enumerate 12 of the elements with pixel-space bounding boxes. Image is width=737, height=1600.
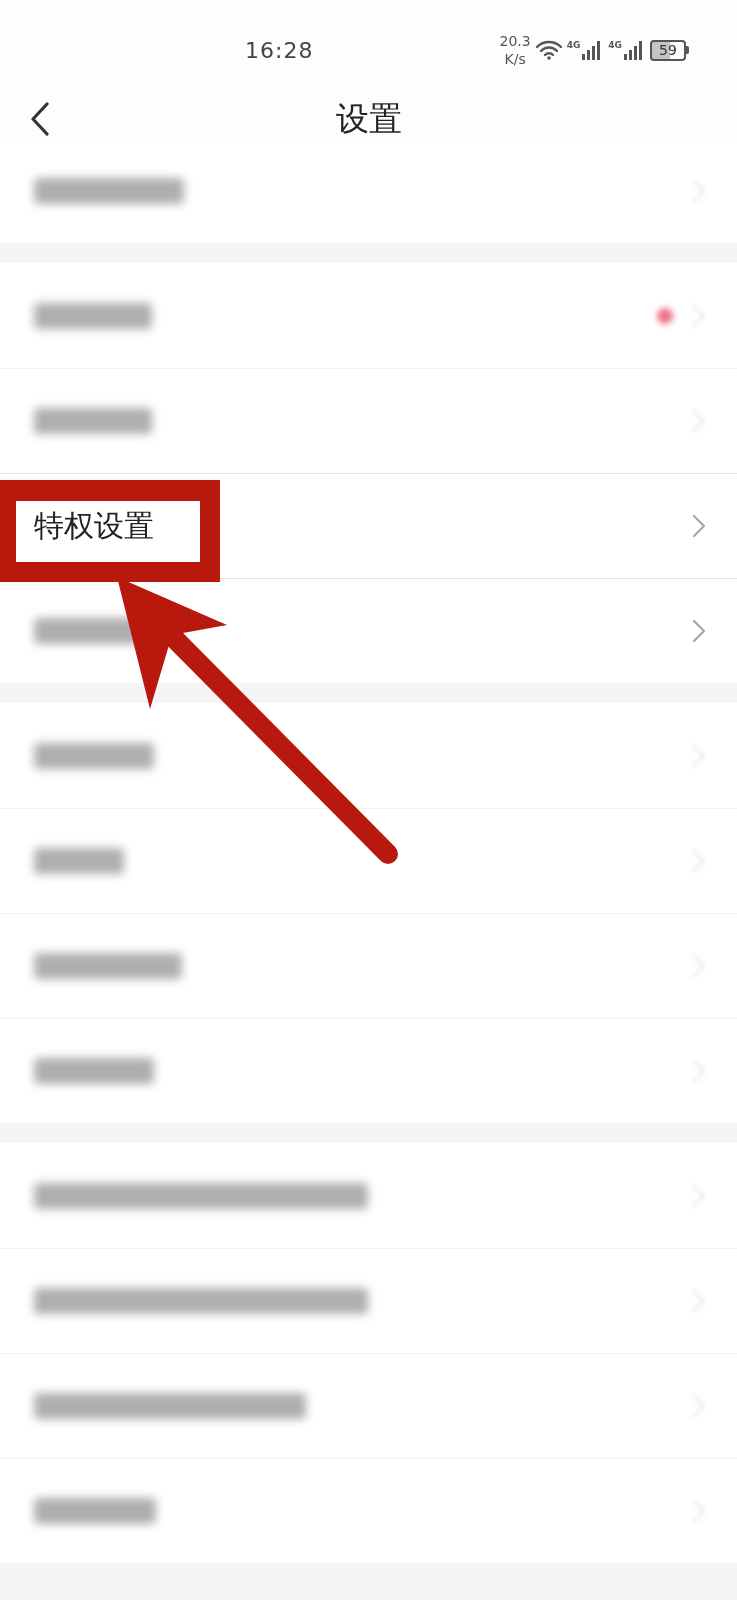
settings-row[interactable] bbox=[0, 578, 737, 683]
network-type-label: 4G bbox=[566, 40, 581, 50]
settings-row[interactable] bbox=[0, 703, 737, 808]
network-type-label: 4G bbox=[608, 40, 622, 50]
status-time: 16:28 bbox=[245, 37, 314, 63]
network-speed-value: 20.3 bbox=[499, 32, 531, 50]
network-speed-unit: K/s bbox=[504, 50, 526, 68]
back-icon[interactable] bbox=[30, 102, 50, 136]
signal-bars-icon bbox=[623, 40, 645, 60]
page-title: 设置 bbox=[335, 100, 402, 138]
battery-indicator: 59 bbox=[650, 39, 689, 61]
wifi-icon bbox=[535, 40, 562, 60]
